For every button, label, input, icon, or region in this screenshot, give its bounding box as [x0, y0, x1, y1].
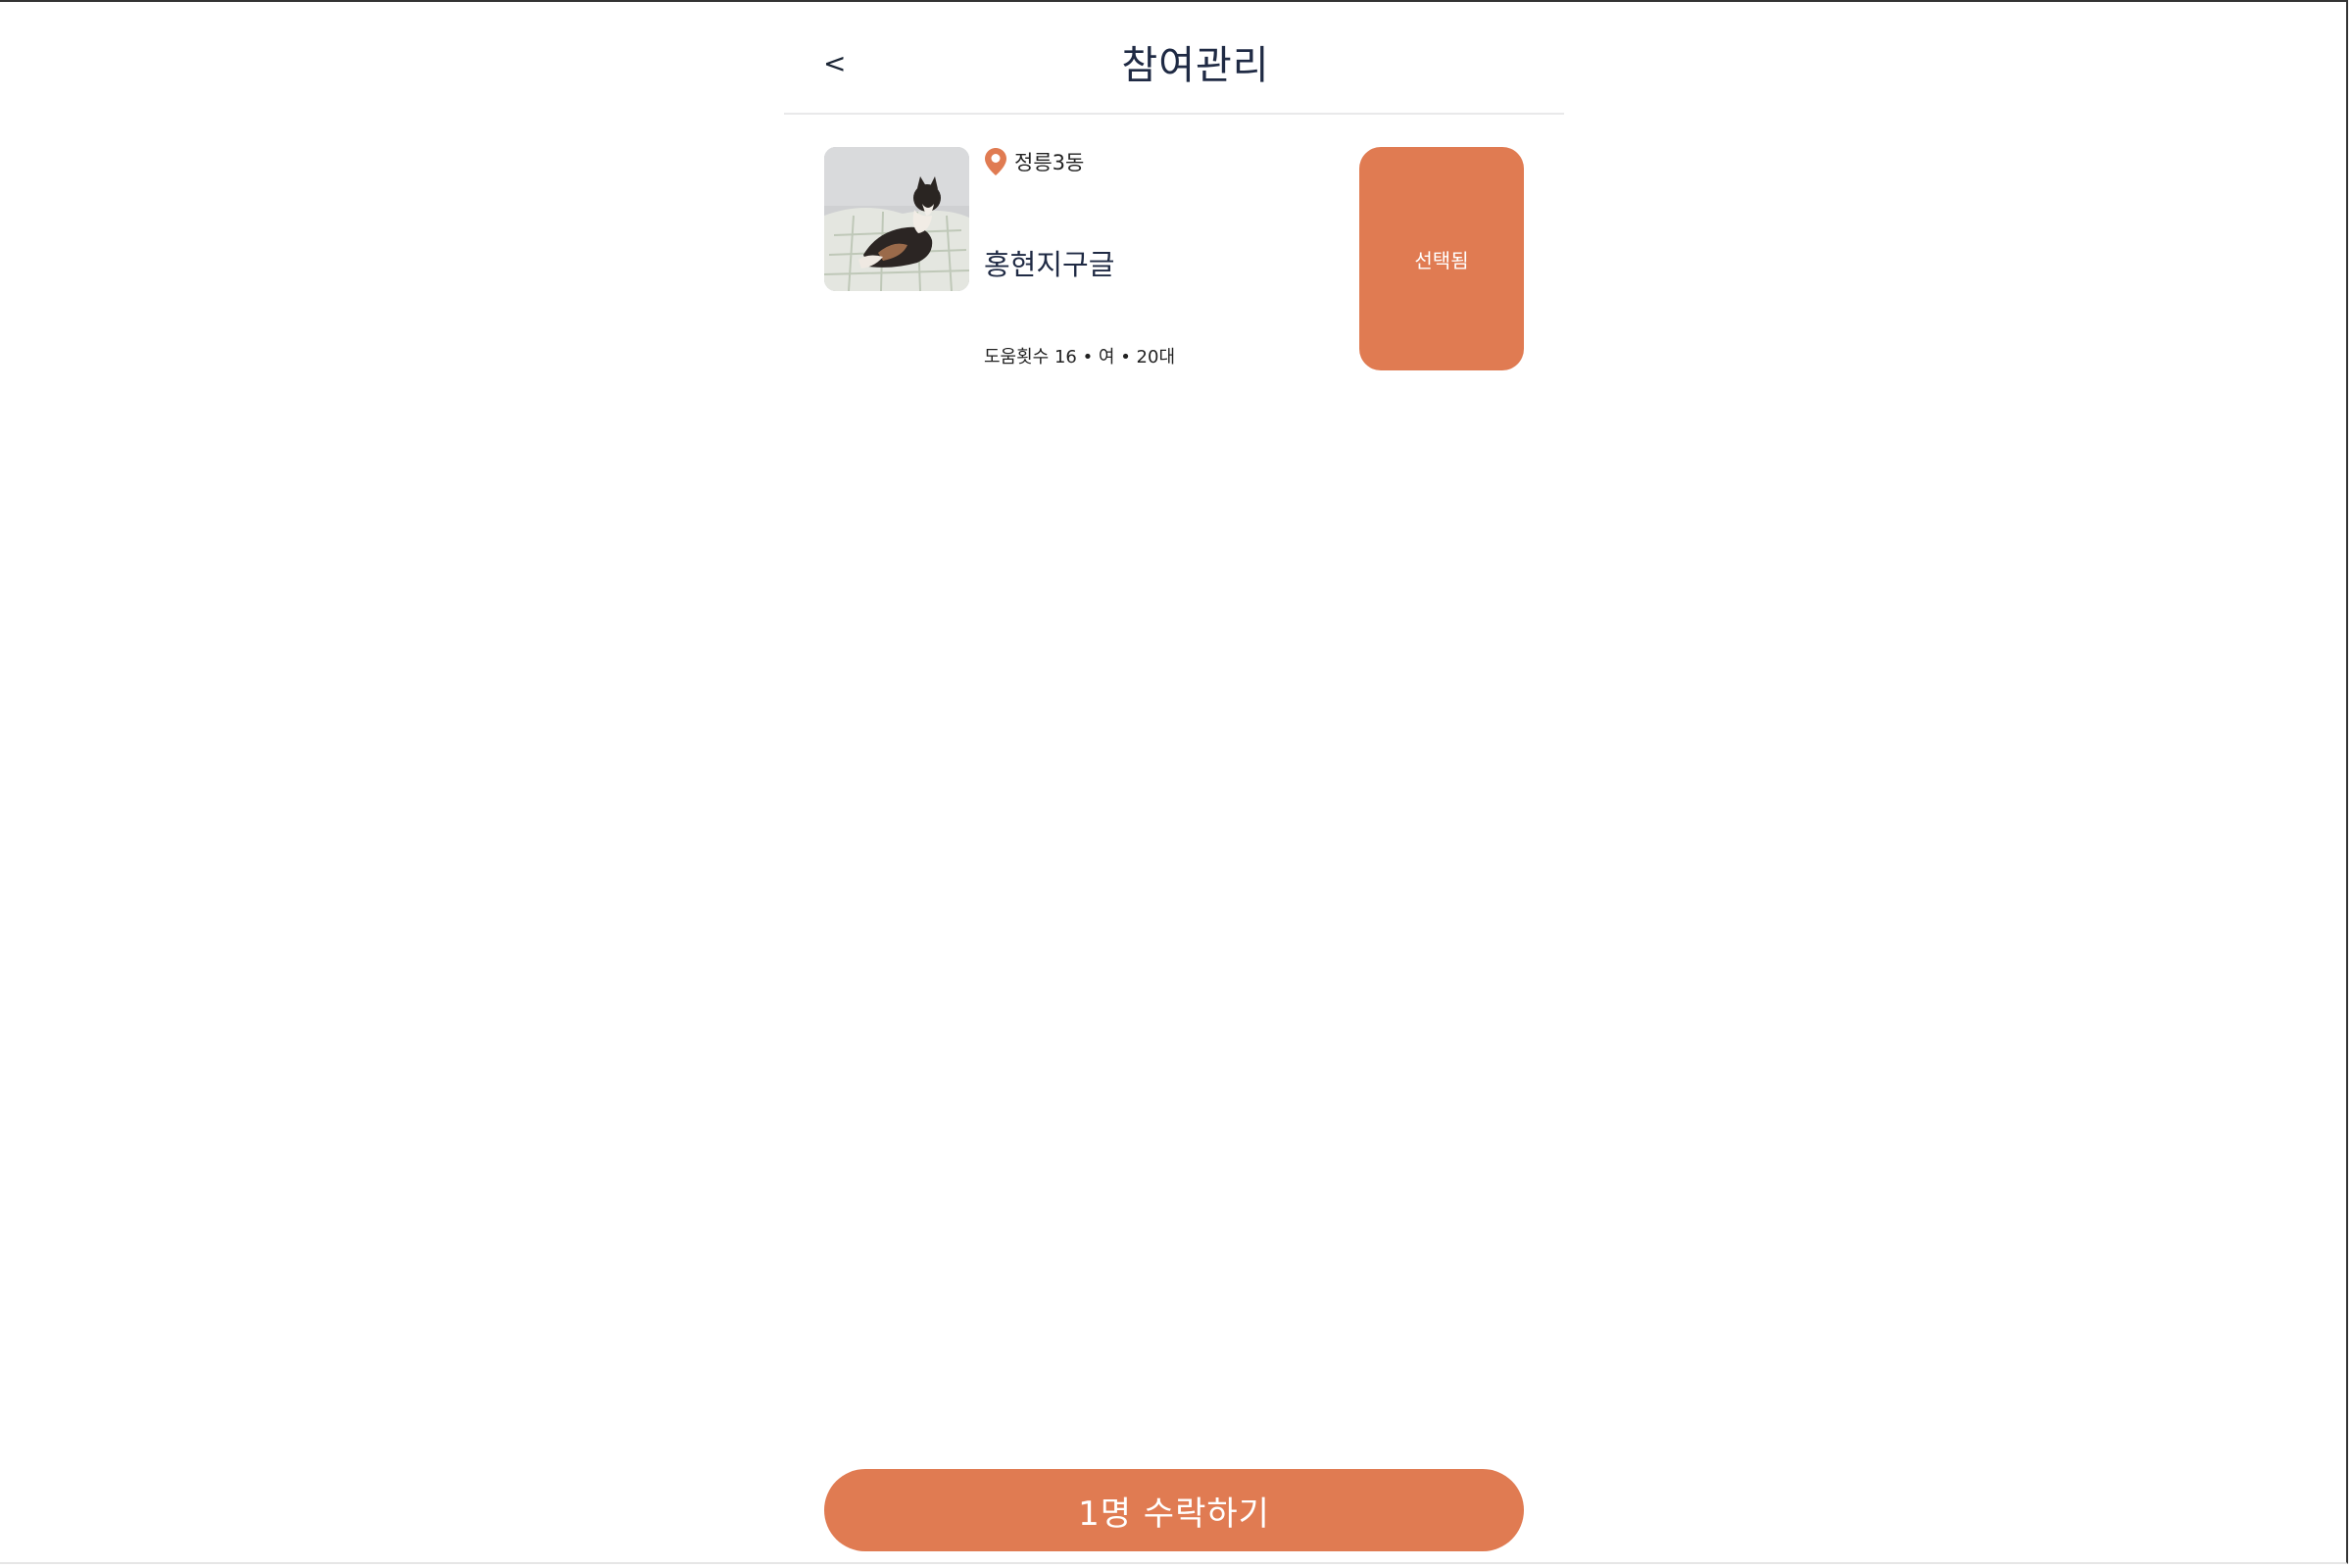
select-button[interactable]: 선택됨	[1359, 147, 1524, 370]
app-container: < 참여관리 정릉3동 홍현지구글 도움횟수 16 • 여 • 20대 선택됨 …	[784, 0, 1564, 1568]
participant-name: 홍현지구글	[984, 248, 1115, 281]
location-pin-icon	[985, 148, 1006, 175]
location-row: 정릉3동	[984, 147, 1084, 176]
page-title: 참여관리	[1121, 43, 1270, 88]
participant-meta: 도움횟수 16 • 여 • 20대	[984, 347, 1176, 368]
cat-photo-icon	[824, 147, 969, 291]
accept-button[interactable]: 1명 수락하기	[824, 1469, 1524, 1551]
page-header: < 참여관리	[784, 0, 1564, 115]
participant-card: 정릉3동 홍현지구글 도움횟수 16 • 여 • 20대 선택됨	[824, 147, 1525, 372]
profile-photo	[824, 147, 969, 291]
location-label: 정릉3동	[1014, 151, 1085, 174]
